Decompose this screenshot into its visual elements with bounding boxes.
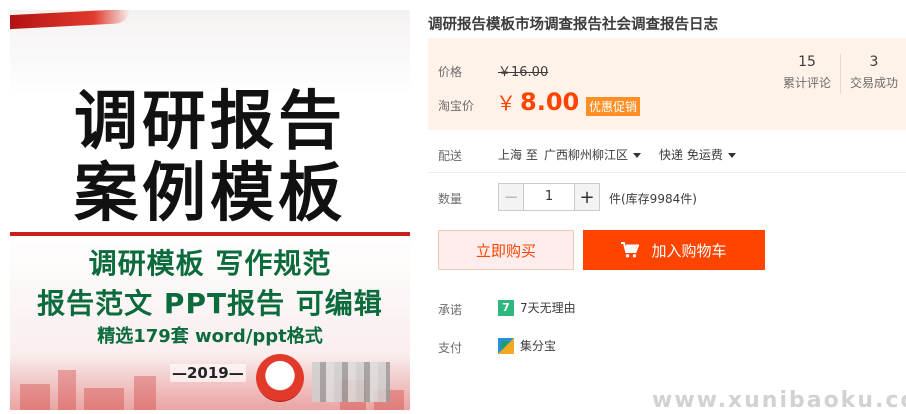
promo-price-label: 淘宝价 xyxy=(438,99,475,113)
promo-tag: 优惠促销 xyxy=(586,97,641,116)
quantity-label: 数量 xyxy=(438,192,463,206)
payment-text: 集分宝 xyxy=(520,339,557,353)
currency-symbol: ￥ xyxy=(496,91,516,115)
delivery-destination: 广西柳州柳江区 xyxy=(544,148,629,162)
stat-transactions-value: 3 xyxy=(869,54,879,70)
buy-now-label: 立即购买 xyxy=(475,241,536,260)
promise-text: 7天无理由 xyxy=(520,301,576,315)
image-subtitle-1: 调研模板 写作规范 xyxy=(88,247,332,280)
stat-transactions-label: 交易成功 xyxy=(849,76,898,90)
image-divider xyxy=(10,232,410,236)
stat-reviews-value: 15 xyxy=(798,54,816,70)
emblem-icon xyxy=(256,354,304,402)
chevron-down-icon xyxy=(727,153,736,158)
quantity-input[interactable]: 1 xyxy=(524,183,574,211)
divider xyxy=(428,172,906,173)
delivery-label: 配送 xyxy=(438,149,463,163)
jifenbao-icon xyxy=(498,337,514,354)
seven-day-icon: 7 xyxy=(498,299,514,316)
payment-jifenbao-link[interactable]: 集分宝 xyxy=(498,337,556,354)
add-to-cart-label: 加入购物车 xyxy=(651,241,727,260)
quantity-decrease-button[interactable]: − xyxy=(498,183,524,211)
product-title: 调研报告模板市场调查报告社会调查报告日志 xyxy=(428,17,718,33)
promo-price: ￥ 8.00 xyxy=(496,90,579,114)
image-subtitle-3: 精选179套 word/ppt格式 xyxy=(97,326,323,347)
image-year: —2019— xyxy=(170,364,246,382)
image-title-line2: 案例模板 xyxy=(74,157,346,231)
quantity-stepper: − 1 + xyxy=(498,183,600,211)
original-price: ￥16.00 xyxy=(498,65,549,80)
stat-reviews-label: 累计评论 xyxy=(782,76,831,90)
chevron-down-icon xyxy=(633,153,642,158)
watermark: www.xunibaoku.com xyxy=(652,388,906,413)
stock-info: 件(库存9984件) xyxy=(609,192,697,206)
quantity-increase-button[interactable]: + xyxy=(574,183,600,211)
promo-price-value: 8.00 xyxy=(520,88,580,116)
shipping-method: 快递 免运费 xyxy=(659,148,723,162)
promise-label: 承诺 xyxy=(438,303,463,317)
delivery-from: 上海 至 xyxy=(498,148,538,162)
image-title-line1: 调研报告 xyxy=(74,85,346,159)
price-label: 价格 xyxy=(438,65,463,79)
image-blurred-logo xyxy=(312,362,390,402)
product-image[interactable]: 调研报告 案例模板 调研模板 写作规范 报告范文 PPT报告 可编辑 精选179… xyxy=(10,10,410,410)
stat-reviews[interactable]: 15 累计评论 xyxy=(773,54,841,91)
promise-7day-link[interactable]: 7 7天无理由 xyxy=(498,299,576,316)
buy-now-button[interactable]: 立即购买 xyxy=(438,230,574,270)
price-box: 价格 ￥16.00 淘宝价 ￥ 8.00 优惠促销 15 累计评论 3 交易成功 xyxy=(428,38,906,130)
payment-label: 支付 xyxy=(438,341,463,355)
cart-icon xyxy=(621,242,640,258)
stat-transactions: 3 交易成功 xyxy=(840,54,906,91)
delivery-destination-select[interactable]: 广西柳州柳江区 xyxy=(544,146,642,163)
image-subtitle-2: 报告范文 PPT报告 可编辑 xyxy=(37,287,383,320)
shipping-select[interactable]: 快递 免运费 xyxy=(659,146,736,163)
delivery-row: 配送 上海 至 广西柳州柳江区 快递 免运费 xyxy=(428,146,906,172)
add-to-cart-button[interactable]: 加入购物车 xyxy=(583,230,765,270)
